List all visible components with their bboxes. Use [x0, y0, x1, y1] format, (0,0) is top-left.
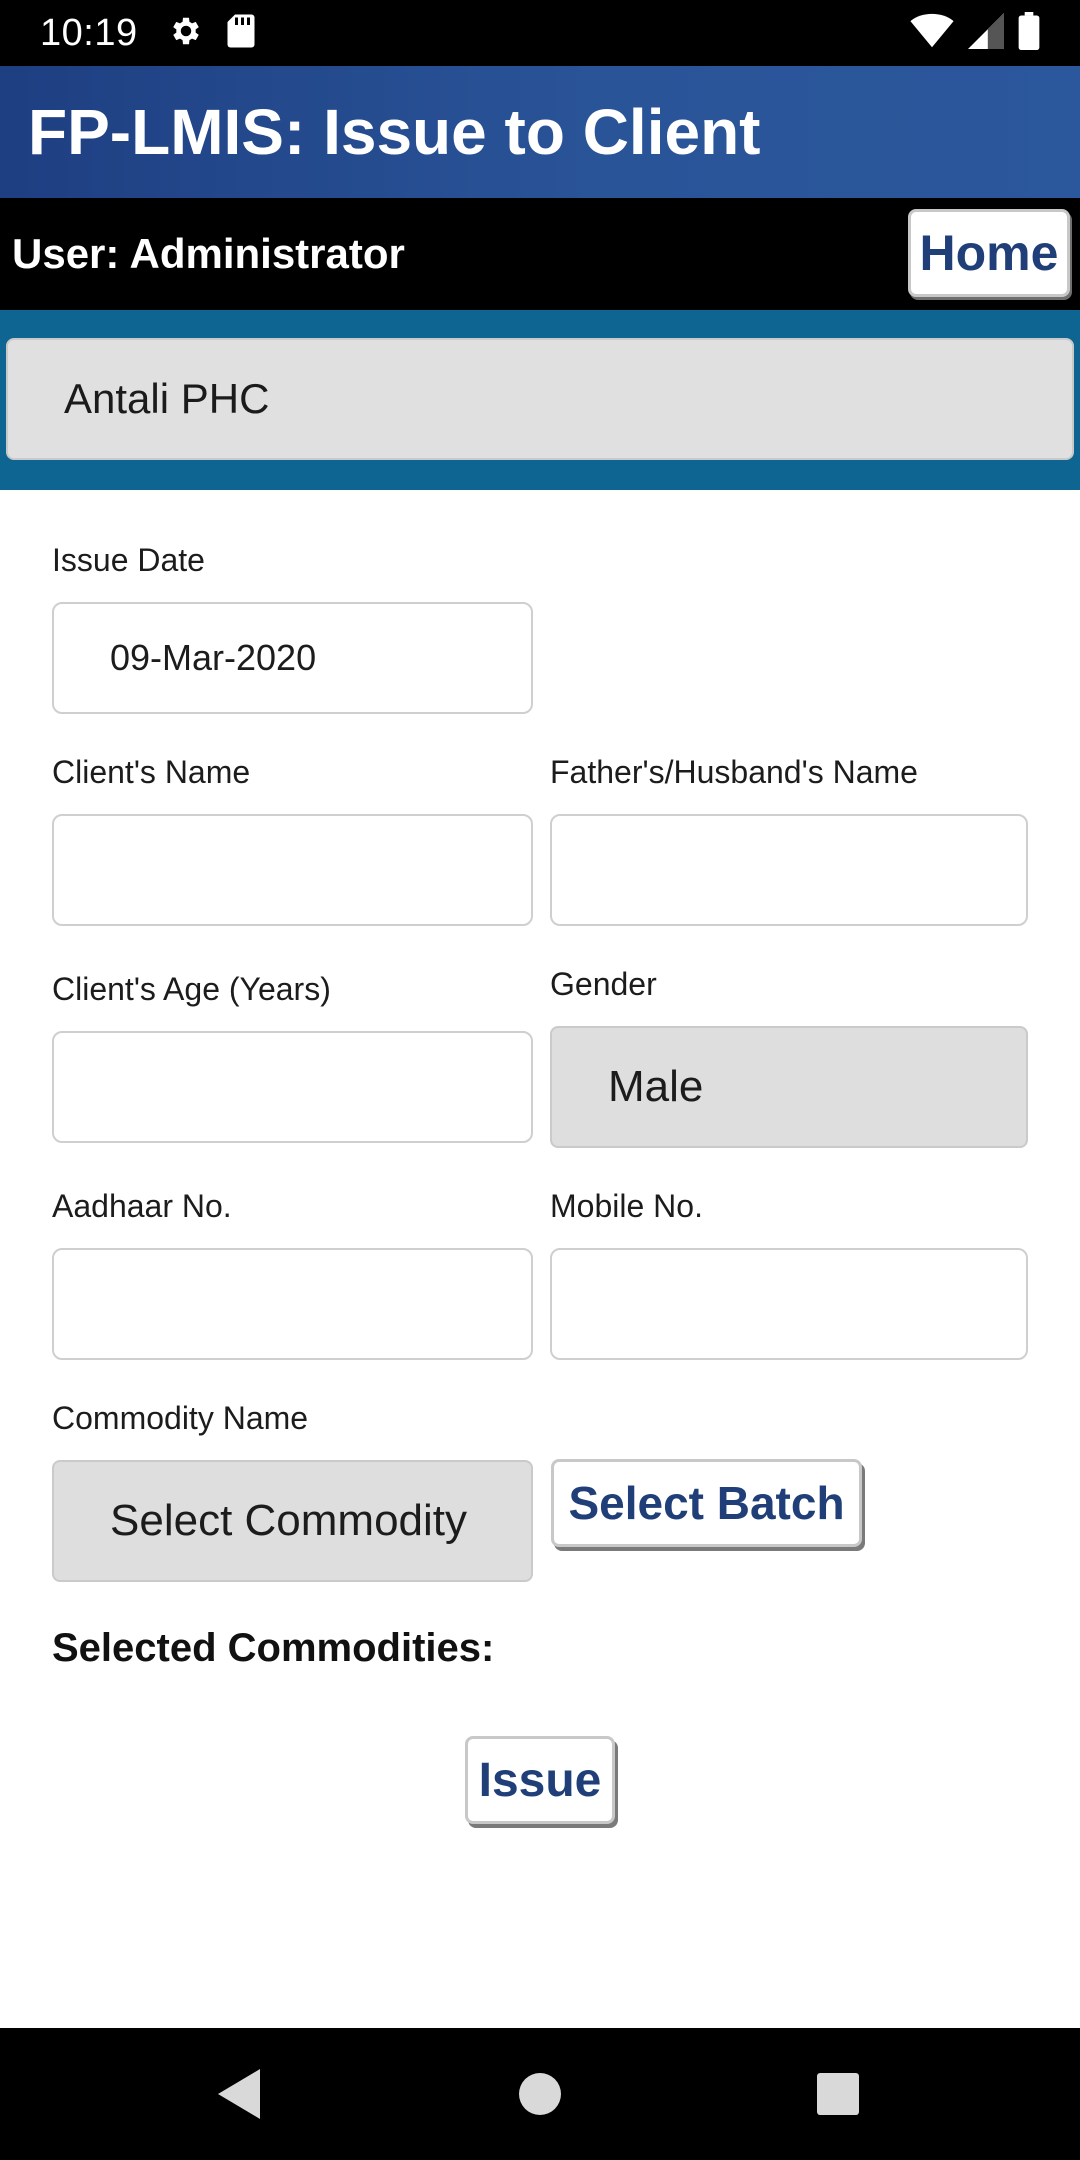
status-left-icons: [168, 13, 256, 54]
recents-square-icon[interactable]: [778, 2028, 898, 2160]
status-bar: 10:19: [0, 0, 1080, 66]
client-age-input[interactable]: [52, 1031, 533, 1143]
facility-select[interactable]: Antali PHC: [6, 338, 1074, 460]
client-name-label: Client's Name: [52, 754, 251, 790]
app-header: FP-LMIS: Issue to Client: [0, 66, 1080, 198]
mobile-input[interactable]: [550, 1248, 1028, 1360]
selected-commodities-heading: Selected Commodities:: [52, 1626, 495, 1670]
cellular-signal-icon: [968, 12, 1004, 54]
user-bar: User: Administrator Home: [0, 198, 1080, 310]
facility-band: Antali PHC: [0, 310, 1080, 490]
aadhaar-label: Aadhaar No.: [52, 1188, 232, 1224]
page-title: FP-LMIS: Issue to Client: [28, 96, 761, 168]
back-icon[interactable]: [180, 2028, 300, 2160]
select-batch-button[interactable]: Select Batch: [551, 1459, 862, 1547]
wifi-icon: [910, 13, 954, 54]
aadhaar-input[interactable]: [52, 1248, 533, 1360]
issue-date-input[interactable]: 09-Mar-2020: [52, 602, 533, 714]
battery-icon: [1018, 11, 1040, 55]
status-time: 10:19: [40, 11, 138, 54]
issue-button[interactable]: Issue: [465, 1736, 615, 1824]
commodity-select[interactable]: Select Commodity: [52, 1460, 533, 1582]
status-right-icons: [910, 0, 1040, 66]
home-button[interactable]: Home: [908, 209, 1070, 297]
father-husband-name-input[interactable]: [550, 814, 1028, 926]
sd-card-icon: [226, 13, 256, 54]
screen: 10:19 FP-LMIS: Issue to Client User: Adm…: [0, 0, 1080, 2160]
facility-select-value: Antali PHC: [64, 375, 270, 422]
gender-select[interactable]: Male: [550, 1026, 1028, 1148]
client-age-label: Client's Age (Years): [52, 971, 331, 1007]
commodity-name-label: Commodity Name: [52, 1400, 309, 1436]
issue-date-label: Issue Date: [52, 542, 205, 578]
gear-icon: [168, 13, 204, 54]
gender-select-value: Male: [608, 1062, 704, 1111]
commodity-select-value: Select Commodity: [110, 1496, 468, 1545]
gender-label: Gender: [550, 966, 657, 1002]
user-label: User: Administrator: [12, 230, 405, 277]
mobile-label: Mobile No.: [550, 1188, 703, 1224]
home-circle-icon[interactable]: [480, 2028, 600, 2160]
client-name-input[interactable]: [52, 814, 533, 926]
navigation-bar: [0, 2028, 1080, 2160]
father-husband-name-label: Father's/Husband's Name: [550, 754, 918, 790]
issue-date-value: 09-Mar-2020: [110, 637, 317, 678]
